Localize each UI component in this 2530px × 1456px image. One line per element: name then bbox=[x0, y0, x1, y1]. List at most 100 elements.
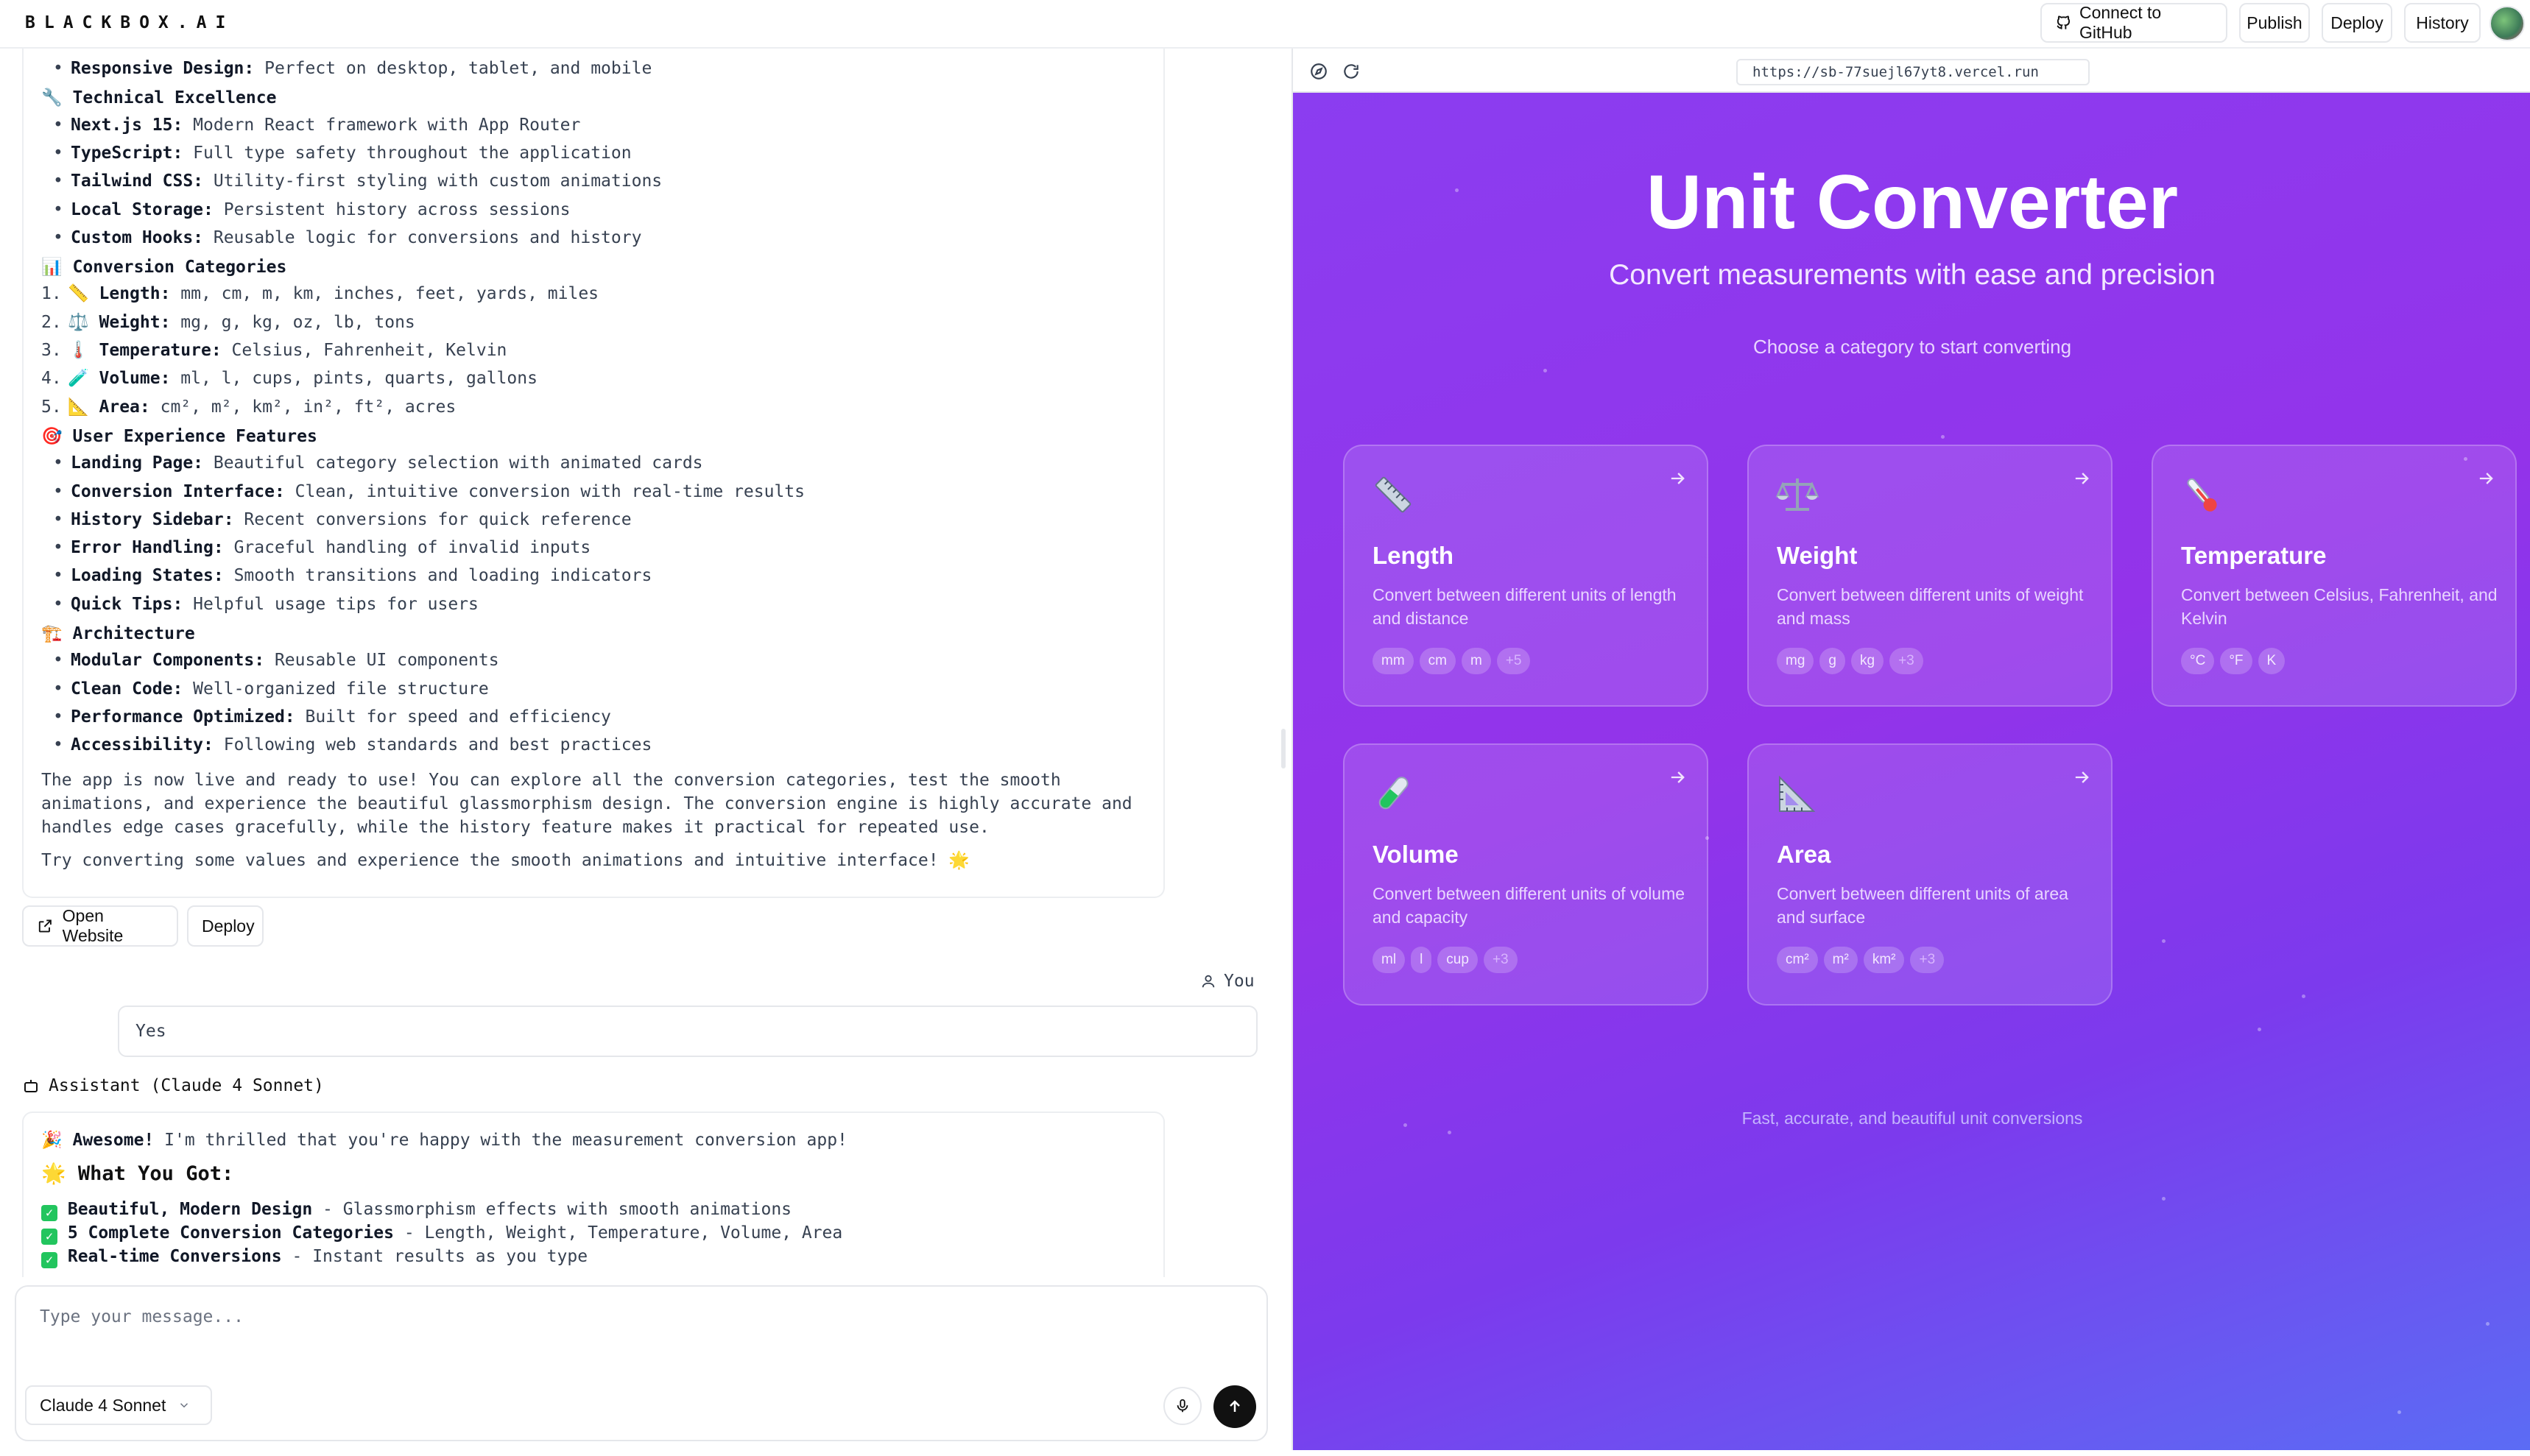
arrow-right-icon bbox=[1667, 468, 1688, 495]
list-item-bold: Next.js 15: bbox=[71, 115, 183, 135]
list-item: • TypeScript: Full type safety throughout… bbox=[53, 143, 632, 163]
list-number: 5. bbox=[41, 397, 62, 417]
category-card-weight[interactable]: Weight Convert between different units of… bbox=[1747, 445, 2113, 707]
list-item-bold: Responsive Design: bbox=[71, 59, 255, 78]
list-item-text: Recent conversions for quick reference bbox=[233, 509, 632, 529]
list-item-bold: Volume: bbox=[99, 369, 171, 389]
star-icon: 🌟 bbox=[41, 1162, 66, 1185]
list-item: • Quick Tips: Helpful usage tips for user… bbox=[53, 594, 479, 614]
user-message: Yes bbox=[118, 1006, 1258, 1057]
feature-text: - Instant results as you type bbox=[281, 1247, 588, 1266]
unit-chips: °C °F K bbox=[2181, 648, 2286, 674]
test-tube-icon bbox=[1371, 771, 1415, 816]
arrow-right-icon bbox=[2071, 468, 2092, 495]
preview-toolbar: https://sb-77suejl67yt8.vercel.run bbox=[1293, 49, 2530, 93]
deploy-action-button[interactable]: Deploy bbox=[187, 905, 264, 947]
bot-icon bbox=[24, 1080, 38, 1092]
list-item-text: Persistent history across sessions bbox=[213, 199, 571, 219]
list-item-bold: Temperature: bbox=[99, 341, 222, 360]
model-select[interactable]: Claude 4 Sonnet bbox=[25, 1385, 212, 1425]
compass-icon[interactable] bbox=[1309, 62, 1328, 81]
card-description: Convert between different units of volum… bbox=[1373, 884, 1685, 927]
particle bbox=[1448, 1131, 1451, 1134]
intro-text: I'm thrilled that you're happy with the … bbox=[154, 1131, 848, 1150]
unit-chip: kg bbox=[1850, 648, 1884, 674]
section-heading-text: What You Got: bbox=[77, 1162, 234, 1185]
more-units-chip: +5 bbox=[1496, 648, 1531, 674]
more-units-chip: +3 bbox=[1483, 947, 1518, 973]
section-heading: 🔧 Technical Excellence bbox=[41, 87, 276, 109]
list-item-text: Beautiful category selection with animat… bbox=[203, 453, 703, 473]
open-website-button[interactable]: Open Website bbox=[22, 905, 178, 947]
url-bar[interactable]: https://sb-77suejl67yt8.vercel.run bbox=[1736, 59, 2090, 85]
category-card-length[interactable]: Length Convert between different units of… bbox=[1343, 445, 1708, 707]
user-label: You bbox=[1200, 972, 1255, 991]
assistant-message-2: 🎉 Awesome! I'm thrilled that you're happ… bbox=[22, 1112, 1165, 1277]
more-units-chip: +3 bbox=[1910, 947, 1945, 973]
arrow-right-icon bbox=[2476, 468, 2496, 495]
message-input[interactable] bbox=[40, 1307, 1233, 1326]
list-number: 2. bbox=[41, 312, 62, 332]
card-title: Weight bbox=[1777, 542, 1858, 569]
pane-resize-handle[interactable] bbox=[1281, 729, 1286, 768]
feature-item: ✓ Real-time Conversions - Instant result… bbox=[41, 1245, 588, 1268]
list-item: • Clean Code: Well-organized file structu… bbox=[53, 679, 489, 699]
check-icon: ✓ bbox=[41, 1252, 57, 1268]
list-item-text: Clean, intuitive conversion with real-ti… bbox=[284, 481, 806, 501]
list-item: • Accessibility: Following web standards … bbox=[53, 735, 652, 755]
particle bbox=[2162, 1197, 2166, 1201]
connect-github-button[interactable]: Connect to GitHub bbox=[2040, 3, 2227, 43]
list-item-bold: Landing Page: bbox=[71, 453, 204, 473]
card-description: Convert between different units of lengt… bbox=[1373, 585, 1677, 628]
list-item-text: ml, l, cups, pints, quarts, gallons bbox=[170, 369, 538, 389]
list-number: 1. bbox=[41, 284, 62, 304]
page-title: Unit Converter bbox=[1646, 160, 2179, 245]
category-card-temperature[interactable]: Temperature Convert between Celsius, Fahr… bbox=[2152, 445, 2517, 707]
particle bbox=[2397, 1410, 2401, 1414]
card-description: Convert between different units of area … bbox=[1777, 884, 2068, 927]
unit-chips: mm cm m +5 bbox=[1373, 648, 1531, 674]
unit-chip: m² bbox=[1823, 947, 1858, 973]
category-card-volume[interactable]: Volume Convert between different units of… bbox=[1343, 743, 1708, 1006]
microphone-button[interactable] bbox=[1163, 1387, 1202, 1425]
feature-bold: Real-time Conversions bbox=[67, 1247, 282, 1266]
closing-paragraph: Try converting some values and experienc… bbox=[41, 850, 970, 870]
list-item: 1. 📏 Length: mm, cm, m, km, inches, feet,… bbox=[41, 283, 599, 305]
unit-chip: °F bbox=[2220, 648, 2252, 674]
list-icon: 🌡️ bbox=[68, 341, 89, 360]
send-button[interactable] bbox=[1213, 1385, 1256, 1428]
unit-chip: cm² bbox=[1777, 947, 1818, 973]
avatar[interactable] bbox=[2490, 6, 2525, 41]
unit-chip: K bbox=[2258, 648, 2286, 674]
list-item-bold: Loading States: bbox=[71, 566, 224, 586]
history-button[interactable]: History bbox=[2404, 3, 2481, 43]
section-heading: 🌟 What You Got: bbox=[41, 1163, 233, 1185]
list-item-text: Smooth transitions and loading indicator… bbox=[223, 566, 652, 586]
unit-chip: cup bbox=[1437, 947, 1478, 973]
list-item-text: cm², m², km², in², ft², acres bbox=[149, 397, 457, 417]
arrow-up-icon bbox=[1230, 1400, 1240, 1412]
particle bbox=[2258, 1028, 2261, 1031]
list-item-bold: Length: bbox=[99, 284, 171, 304]
list-item: 4. 🧪 Volume: ml, l, cups, pints, quarts, … bbox=[41, 367, 538, 389]
list-item-bold: Local Storage: bbox=[71, 199, 214, 219]
card-title: Temperature bbox=[2181, 542, 2327, 569]
unit-chip: l bbox=[1411, 947, 1432, 973]
top-bar: BLACKBOX.AI Connect to GitHub Publish De… bbox=[0, 0, 2530, 49]
refresh-icon[interactable] bbox=[1342, 62, 1361, 81]
feature-bold: 5 Complete Conversion Categories bbox=[67, 1223, 394, 1243]
publish-button[interactable]: Publish bbox=[2239, 3, 2310, 43]
list-item-text: Helpful usage tips for users bbox=[183, 594, 479, 614]
party-icon: 🎉 bbox=[41, 1131, 63, 1150]
category-card-area[interactable]: Area Convert between different units of a… bbox=[1747, 743, 2113, 1006]
list-item-text: Built for speed and efficiency bbox=[295, 707, 611, 727]
list-item-text: Well-organized file structure bbox=[183, 679, 489, 699]
section-heading-text: User Experience Features bbox=[72, 426, 317, 446]
list-item-bold: Quick Tips: bbox=[71, 594, 183, 614]
microphone-icon bbox=[1177, 1399, 1188, 1413]
list-item: 3. 🌡️ Temperature: Celsius, Fahrenheit, K… bbox=[41, 339, 507, 361]
paragraph-line: animations, and experience the beautiful… bbox=[41, 794, 1132, 813]
paragraph-line: The app is now live and ready to use! Yo… bbox=[41, 770, 1061, 790]
deploy-button[interactable]: Deploy bbox=[2322, 3, 2392, 43]
unit-chips: mg g kg +3 bbox=[1777, 648, 1923, 674]
